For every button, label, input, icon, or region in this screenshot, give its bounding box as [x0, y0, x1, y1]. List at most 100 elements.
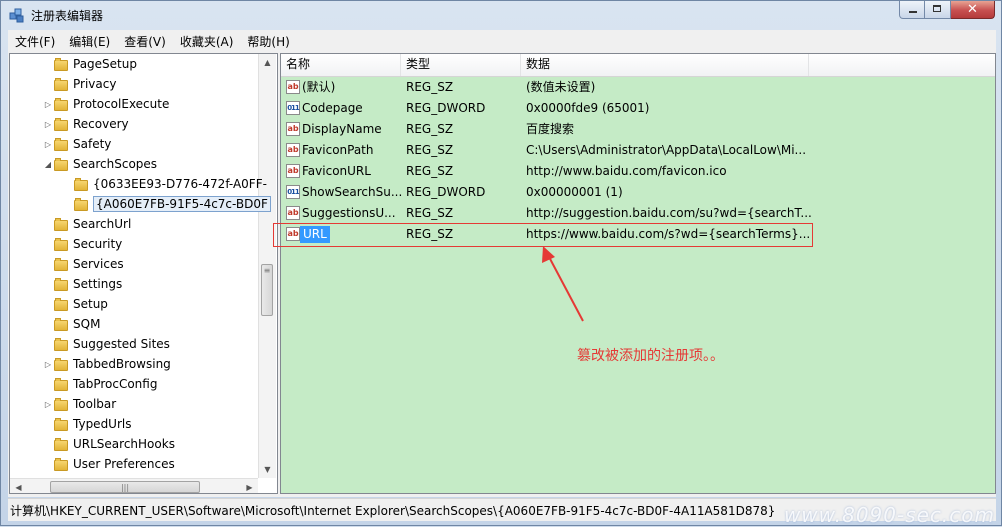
- values-list-pane: 名称 类型 数据 ab (默认) REG_SZ (数值未设置) 011 Codepage R…: [280, 53, 996, 494]
- dword-value-icon: 011: [286, 101, 300, 115]
- tree-item-label: ProtocolExecute: [73, 97, 170, 111]
- hgrip-icon: |||: [120, 483, 130, 492]
- expand-arrow-icon[interactable]: ▷: [42, 120, 54, 129]
- scroll-left-icon[interactable]: ◀: [10, 479, 27, 493]
- value-type: REG_SZ: [406, 143, 454, 157]
- menu-file[interactable]: 文件(F): [8, 30, 62, 51]
- string-value-icon: ab: [286, 206, 300, 220]
- value-data: http://www.baidu.com/favicon.ico: [526, 164, 727, 178]
- tree-item[interactable]: TabProcConfig: [42, 374, 157, 394]
- expand-arrow-icon[interactable]: ▷: [42, 100, 54, 109]
- tree-horizontal-scrollbar[interactable]: ◀ ||| ▶: [10, 478, 258, 493]
- expand-arrow-icon[interactable]: ▷: [42, 360, 54, 369]
- tree-item[interactable]: Settings: [42, 274, 122, 294]
- value-row[interactable]: ab FaviconURL REG_SZ http://www.baidu.com/f…: [281, 161, 995, 182]
- folder-icon: [54, 117, 68, 131]
- tree-item[interactable]: ▷ Toolbar: [42, 394, 116, 414]
- scroll-right-icon[interactable]: ▶: [241, 479, 258, 493]
- value-row[interactable]: ab FaviconPath REG_SZ C:\Users\Administrato…: [281, 140, 995, 161]
- tree-item-label: Privacy: [73, 77, 117, 91]
- tree-item[interactable]: User Preferences: [42, 454, 175, 474]
- tree-item-label: Toolbar: [73, 397, 117, 411]
- value-row[interactable]: 011 Codepage REG_DWORD 0x0000fde9 (65001): [281, 98, 995, 119]
- value-type: REG_DWORD: [406, 101, 486, 115]
- tree-item[interactable]: {A060E7FB-91F5-4c7c-BD0F: [62, 194, 271, 214]
- tree-item-label: Suggested Sites: [73, 337, 170, 351]
- tree-item[interactable]: {0633EE93-D776-472f-A0FF-: [62, 174, 267, 194]
- folder-icon: [54, 357, 68, 371]
- value-row[interactable]: ab URL REG_SZ https://www.baidu.com/s?wd={s…: [281, 224, 995, 245]
- tree-item[interactable]: SearchUrl: [42, 214, 131, 234]
- tree-item-label: TypedUrls: [73, 417, 132, 431]
- value-data: 0x00000001 (1): [526, 185, 623, 199]
- menu-help[interactable]: 帮助(H): [240, 30, 296, 51]
- minimize-button[interactable]: [899, 1, 925, 19]
- tree-item[interactable]: TypedUrls: [42, 414, 131, 434]
- value-name: DisplayName: [302, 122, 382, 136]
- expand-arrow-icon[interactable]: ▷: [42, 140, 54, 149]
- tree-item-label: URLSearchHooks: [73, 437, 175, 451]
- value-data: 百度搜索: [526, 122, 575, 136]
- close-button[interactable]: ✕: [951, 1, 995, 19]
- value-name: ShowSearchSu...: [302, 185, 403, 199]
- value-type: REG_SZ: [406, 164, 454, 178]
- value-type: REG_SZ: [406, 227, 454, 241]
- scroll-down-icon[interactable]: ▼: [259, 461, 276, 478]
- folder-icon: [54, 317, 68, 331]
- close-icon: ✕: [967, 2, 978, 17]
- tree-item[interactable]: ◢ SearchScopes: [42, 154, 157, 174]
- expand-arrow-icon[interactable]: ◢: [42, 160, 54, 169]
- folder-icon: [54, 437, 68, 451]
- registry-editor-window: 注册表编辑器 ✕ 文件(F) 编辑(E) 查看(V) 收藏夹(A) 帮助(H) …: [0, 0, 1002, 527]
- column-header-name[interactable]: 名称: [281, 54, 401, 76]
- value-name: Codepage: [302, 101, 363, 115]
- value-row[interactable]: ab DisplayName REG_SZ 百度搜索: [281, 119, 995, 140]
- tree-item-label: TabbedBrowsing: [73, 357, 171, 371]
- grip-icon: ≡: [263, 266, 271, 275]
- tree-hscroll-thumb[interactable]: |||: [50, 481, 200, 493]
- tree-item[interactable]: Services: [42, 254, 124, 274]
- maximize-icon: [933, 5, 941, 12]
- tree-item[interactable]: SQM: [42, 314, 100, 334]
- tree-item[interactable]: URLSearchHooks: [42, 434, 175, 454]
- value-row[interactable]: 011 ShowSearchSu... REG_DWORD 0x00000001 (1…: [281, 182, 995, 203]
- value-row[interactable]: ab (默认) REG_SZ (数值未设置): [281, 77, 995, 98]
- column-header-data[interactable]: 数据: [521, 54, 809, 76]
- value-data: http://suggestion.baidu.com/su?wd={searc…: [526, 206, 812, 220]
- maximize-button[interactable]: [925, 1, 951, 19]
- tree-scroll-thumb[interactable]: ≡: [261, 264, 273, 316]
- tree-item[interactable]: Security: [42, 234, 122, 254]
- tree-item-label: PageSetup: [73, 57, 137, 71]
- menu-view[interactable]: 查看(V): [117, 30, 173, 51]
- title-bar[interactable]: 注册表编辑器 ✕: [1, 1, 1001, 29]
- folder-icon: [54, 157, 68, 171]
- tree-item-label: Settings: [73, 277, 123, 291]
- menu-favorites[interactable]: 收藏夹(A): [173, 30, 241, 51]
- tree-item[interactable]: PageSetup: [42, 54, 137, 74]
- folder-icon: [54, 417, 68, 431]
- tree-item[interactable]: ▷ ProtocolExecute: [42, 94, 169, 114]
- tree-item[interactable]: ▷ TabbedBrowsing: [42, 354, 171, 374]
- tree-item[interactable]: Privacy: [42, 74, 116, 94]
- value-name: URL: [300, 226, 330, 243]
- tree-item-label: User Preferences: [73, 457, 175, 471]
- folder-icon: [54, 297, 68, 311]
- value-name: FaviconURL: [302, 164, 371, 178]
- tree-item-label: {0633EE93-D776-472f-A0FF-: [93, 177, 267, 191]
- value-name: (默认): [302, 80, 336, 94]
- value-type: REG_SZ: [406, 206, 454, 220]
- menu-edit[interactable]: 编辑(E): [62, 30, 117, 51]
- folder-icon: [54, 337, 68, 351]
- tree-item[interactable]: ▷ Recovery: [42, 114, 129, 134]
- tree-vertical-scrollbar[interactable]: ▲ ≡ ▼: [258, 54, 276, 478]
- value-name: FaviconPath: [302, 143, 374, 157]
- tree-item-label: TabProcConfig: [73, 377, 158, 391]
- value-row[interactable]: ab SuggestionsU... REG_SZ http://suggestion…: [281, 203, 995, 224]
- tree-item[interactable]: Setup: [42, 294, 108, 314]
- tree-item[interactable]: Suggested Sites: [42, 334, 170, 354]
- column-header-type[interactable]: 类型: [401, 54, 521, 76]
- tree-item[interactable]: ▷ Safety: [42, 134, 111, 154]
- folder-icon: [54, 237, 68, 251]
- scroll-up-icon[interactable]: ▲: [259, 54, 276, 71]
- expand-arrow-icon[interactable]: ▷: [42, 400, 54, 409]
